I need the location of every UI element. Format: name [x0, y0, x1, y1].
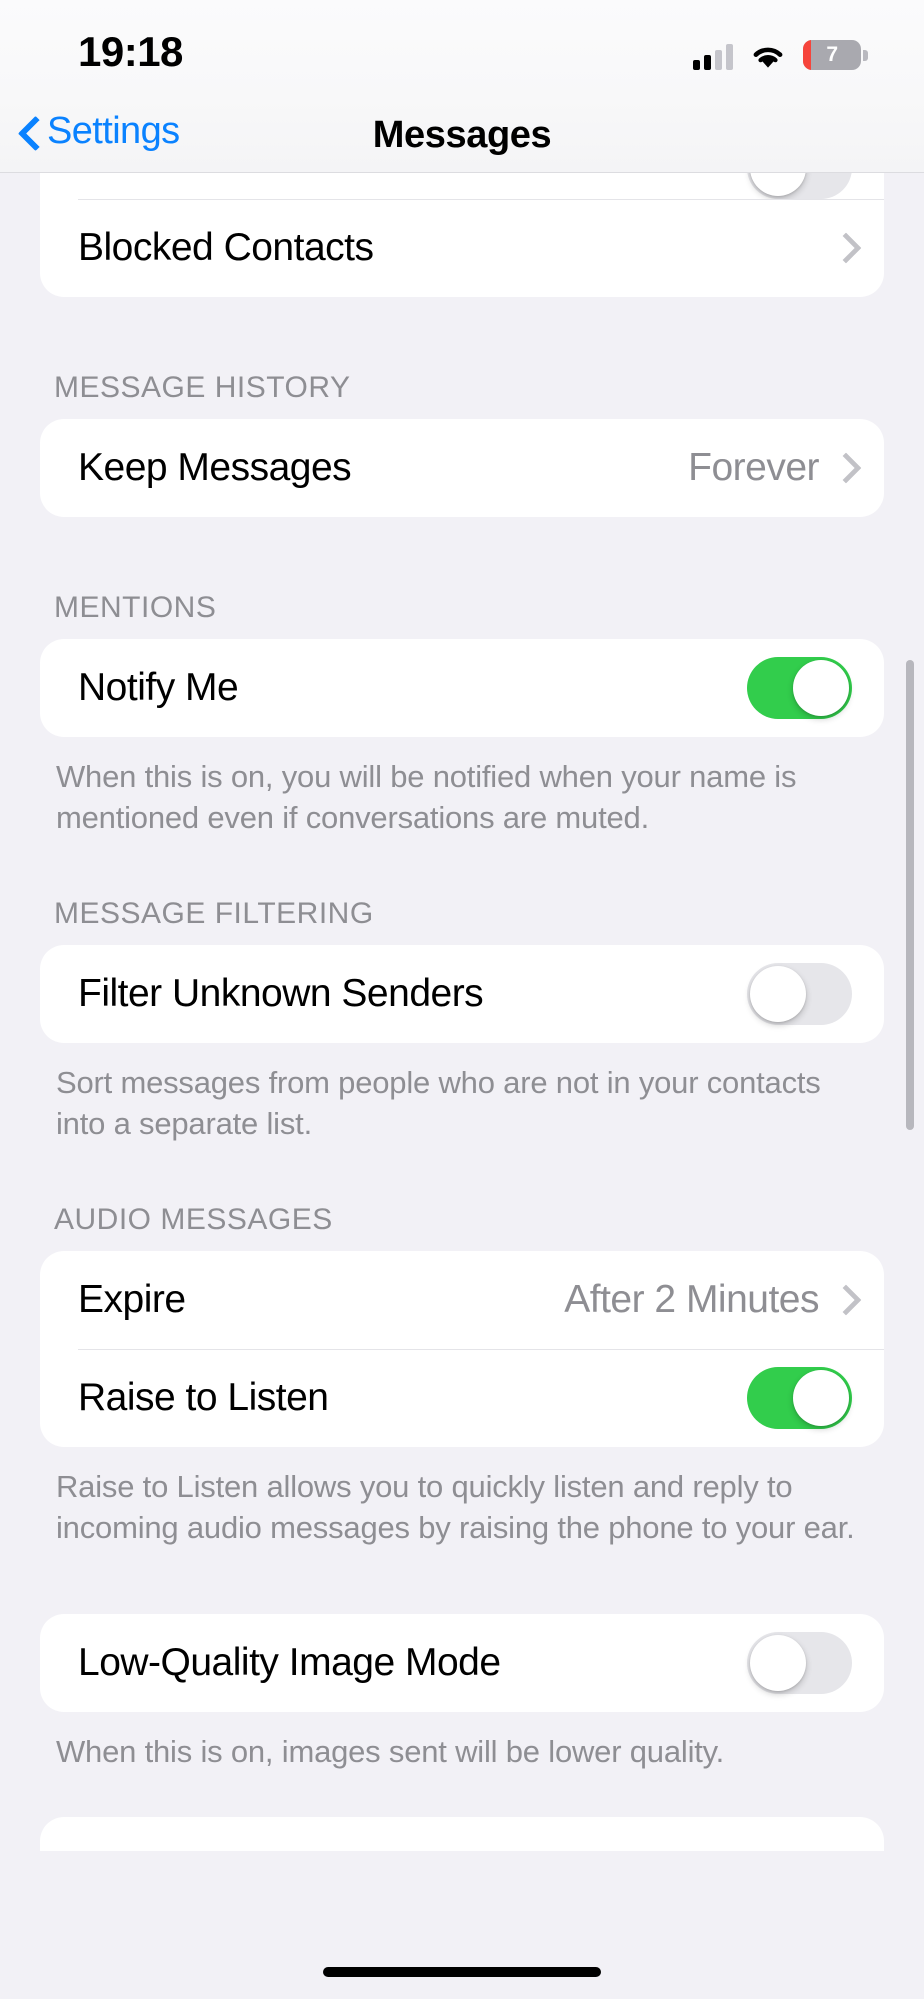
message-filtering-card: Filter Unknown Senders: [40, 944, 884, 1043]
row-separator: [78, 1348, 884, 1350]
home-indicator[interactable]: [323, 1967, 601, 1977]
notify-me-label: Notify Me: [78, 666, 239, 709]
notify-me-toggle[interactable]: [747, 657, 852, 719]
battery-percent-label: 7: [826, 43, 838, 66]
row-low-quality-image-mode[interactable]: Low-Quality Image Mode: [40, 1614, 884, 1712]
battery-icon: 7: [803, 40, 868, 70]
row-blocked-contacts[interactable]: Blocked Contacts: [40, 199, 884, 297]
chevron-right-icon: [835, 453, 852, 483]
status-bar-clock: 19:18: [78, 28, 183, 75]
row-raise-to-listen[interactable]: Raise to Listen: [40, 1348, 884, 1447]
cellular-signal-icon: [693, 44, 733, 70]
low-quality-image-mode-label: Low-Quality Image Mode: [78, 1641, 501, 1685]
section-header-audio-messages: AUDIO MESSAGES: [54, 1202, 333, 1236]
blocked-contacts-card: Blocked Contacts: [40, 199, 884, 297]
raise-to-listen-label: Raise to Listen: [78, 1375, 329, 1419]
message-filtering-footer-note: Sort messages from people who are not in…: [56, 1064, 821, 1141]
chevron-right-icon: [835, 1285, 852, 1315]
settings-scroll-view[interactable]: Blocked Contacts MESSAGE HISTORY Keep Me…: [0, 173, 924, 1999]
status-bar-indicators: 7: [693, 30, 868, 70]
mentions-footer-note: When this is on, you will be notified wh…: [56, 759, 797, 835]
wifi-icon: [750, 43, 786, 70]
row-expire[interactable]: Expire After 2 Minutes: [40, 1251, 884, 1349]
clipped-toggle[interactable]: [747, 173, 852, 199]
vertical-scrollbar[interactable]: [906, 660, 914, 1130]
message-history-card: Keep Messages Forever: [40, 419, 884, 517]
filter-unknown-senders-label: Filter Unknown Senders: [78, 971, 484, 1015]
expire-label: Expire: [78, 1277, 186, 1321]
blocked-contacts-label: Blocked Contacts: [78, 226, 374, 269]
row-filter-unknown-senders[interactable]: Filter Unknown Senders: [40, 945, 884, 1043]
audio-messages-footer-note: Raise to Listen allows you to quickly li…: [56, 1468, 855, 1545]
row-keep-messages[interactable]: Keep Messages Forever: [40, 419, 884, 517]
raise-to-listen-toggle[interactable]: [747, 1366, 852, 1429]
section-header-message-filtering: MESSAGE FILTERING: [54, 896, 374, 930]
next-section-peek: [40, 1817, 884, 1852]
row-separator: [78, 199, 884, 200]
filter-unknown-senders-toggle[interactable]: [747, 962, 852, 1025]
keep-messages-label: Keep Messages: [78, 446, 352, 489]
clipped-previous-row: [40, 173, 884, 199]
status-bar: 19:18 7: [0, 0, 924, 96]
section-header-mentions: MENTIONS: [54, 591, 217, 624]
low-quality-image-mode-card: Low-Quality Image Mode: [40, 1614, 884, 1713]
audio-messages-card: Expire After 2 Minutes Raise to Listen: [40, 1250, 884, 1447]
navigation-bar: Settings Messages: [0, 96, 924, 173]
section-header-message-history: MESSAGE HISTORY: [54, 371, 351, 404]
low-quality-image-mode-footer-note: When this is on, images sent will be low…: [56, 1734, 725, 1770]
row-notify-me[interactable]: Notify Me: [40, 639, 884, 737]
keep-messages-value: Forever: [688, 446, 819, 489]
chevron-right-icon: [835, 233, 852, 263]
expire-value: After 2 Minutes: [564, 1277, 819, 1321]
mentions-card: Notify Me: [40, 639, 884, 737]
low-quality-image-mode-toggle[interactable]: [747, 1632, 852, 1695]
page-title: Messages: [372, 114, 552, 156]
